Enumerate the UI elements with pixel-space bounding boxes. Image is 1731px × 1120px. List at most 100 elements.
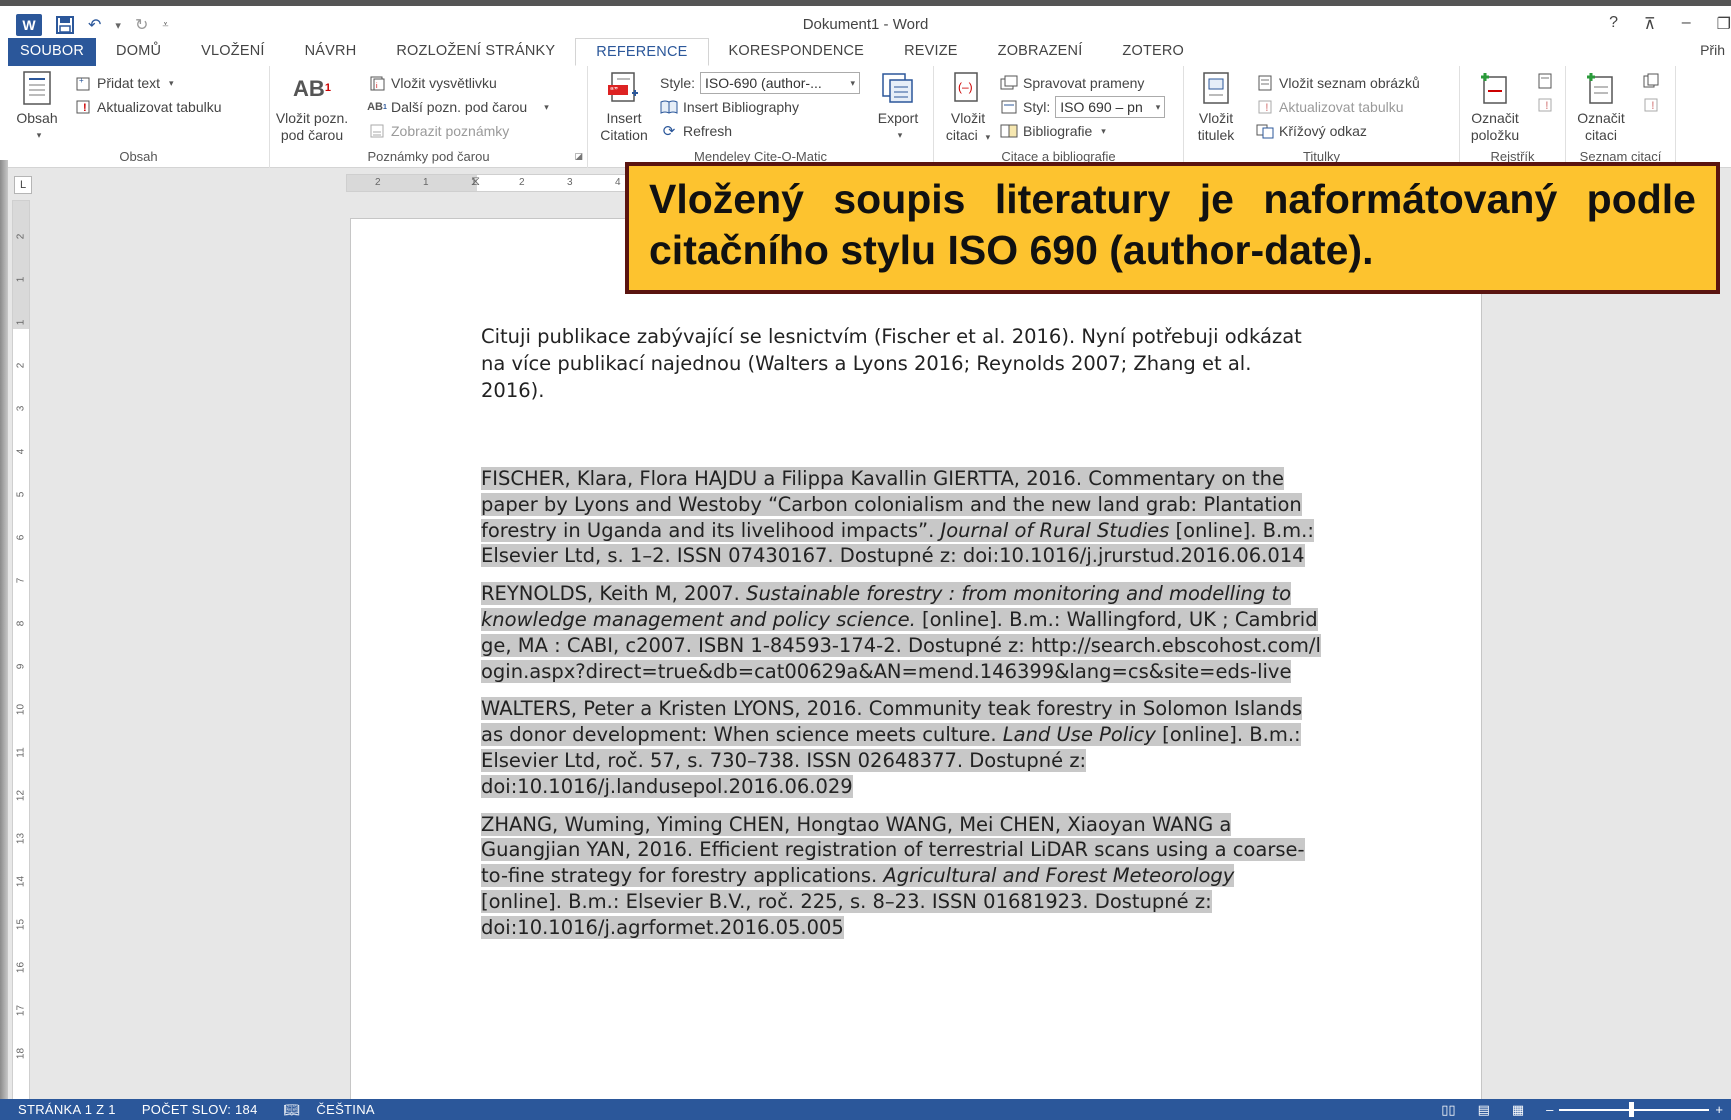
tab-selector[interactable]: L (14, 176, 32, 194)
ruler-tick-label: 9 (15, 663, 27, 670)
page-content[interactable]: Cituji publikace zabývající se lesnictví… (481, 323, 1321, 953)
insert-citation-button[interactable]: “” Insert Citation (592, 70, 656, 144)
manage-sources-button[interactable]: Spravovat prameny (1000, 72, 1144, 94)
insert-footnote-button[interactable]: AB 1 Vložit pozn. pod čarou (274, 70, 350, 144)
manage-sources-icon (1000, 74, 1018, 92)
print-layout-icon[interactable]: ▤ (1478, 1102, 1490, 1118)
bibliography-label: Bibliografie (1023, 123, 1093, 139)
group-citations: (–) Vložit citaci ▾ Spravovat prameny St… (934, 66, 1184, 168)
mark-entry-label: Označit (1471, 110, 1519, 126)
restore-icon[interactable]: ❐ (1717, 14, 1731, 34)
sign-in-link[interactable]: Přih (1700, 42, 1725, 58)
insert-table-of-figures-button[interactable]: Vložit seznam obrázků (1256, 72, 1420, 94)
help-icon[interactable]: ? (1609, 14, 1618, 34)
group-mendeley: “” Insert Citation Style: ISO-690 (autho… (588, 66, 934, 168)
style-icon (1000, 98, 1018, 116)
update-authorities-icon[interactable]: ! (1642, 96, 1660, 114)
insert-caption-button[interactable]: Vložit titulek (1188, 70, 1244, 144)
annotation-callout: Vložený soupis literatury je naformátova… (625, 162, 1720, 294)
svg-text:(–): (–) (958, 80, 973, 94)
bibliography-entry[interactable]: WALTERS, Peter a Kristen LYONS, 2016. Co… (481, 696, 1321, 799)
minimize-icon[interactable]: – (1682, 14, 1691, 34)
ribbon-tabs: SOUBOR DOMŮ VLOŽENÍ NÁVRH ROZLOŽENÍ STRÁ… (0, 38, 1731, 66)
word-count[interactable]: POČET SLOV: 184 (142, 1102, 258, 1117)
ruler-tick-label: 5 (15, 491, 27, 498)
refresh-button[interactable]: ⟳ Refresh (660, 120, 732, 142)
group-captions: Vložit titulek Vložit seznam obrázků ! A… (1184, 66, 1460, 168)
ruler-tick-label: 2 (519, 177, 525, 188)
dialog-launcher-icon[interactable]: ◪ (574, 151, 583, 162)
bibliography[interactable]: FISCHER, Klara, Flora HAJDU a Filippa Ka… (481, 466, 1321, 941)
insert-caption-icon (1198, 70, 1234, 106)
chevron-down-icon: ▾ (897, 130, 903, 140)
ruler-tick-label: 1 (15, 319, 27, 326)
citation-style-select[interactable]: Styl: ISO 690 – pn ▾ (1000, 96, 1166, 118)
tab-references[interactable]: REFERENCE (575, 38, 709, 66)
update-index-icon[interactable]: ! (1536, 96, 1554, 114)
svg-text:“”: “” (610, 86, 618, 95)
mendeley-style-label: Style: (660, 75, 696, 91)
tab-view[interactable]: ZOBRAZENÍ (978, 38, 1103, 66)
export-button[interactable]: Export ▾ (870, 70, 926, 144)
tab-review[interactable]: REVIZE (884, 38, 978, 66)
update-table-button[interactable]: ! Aktualizovat tabulku (74, 96, 222, 118)
citation-style-label: Styl: (1023, 99, 1051, 115)
bibliography-entry[interactable]: REYNOLDS, Keith M, 2007. Sustainable for… (481, 581, 1321, 684)
indent-marker-icon[interactable]: ⧖ (471, 173, 480, 189)
insert-citation-word-button[interactable]: (–) Vložit citaci ▾ (938, 70, 998, 146)
ruler-tick-label: 17 (15, 1004, 27, 1017)
next-footnote-button[interactable]: AB 1 Další pozn. pod čarou ▾ (367, 96, 549, 118)
insert-index-icon[interactable] (1536, 72, 1554, 90)
window-controls: ? ⊼ – ❐ (1609, 14, 1731, 34)
bibliography-entry[interactable]: ZHANG, Wuming, Yiming CHEN, Hongtao WANG… (481, 812, 1321, 941)
table-of-contents-button[interactable]: Obsah ▾ (12, 70, 62, 144)
manage-sources-label: Spravovat prameny (1023, 75, 1145, 91)
citation-style-combo[interactable]: ISO 690 – pn ▾ (1055, 96, 1166, 118)
zoom-in-icon[interactable]: + (1715, 1102, 1723, 1117)
ruler-tick-label: 3 (567, 177, 573, 188)
tab-insert[interactable]: VLOŽENÍ (181, 38, 284, 66)
page-count[interactable]: STRÁNKA 1 Z 1 (18, 1102, 116, 1117)
group-label-toc: Obsah (119, 149, 158, 164)
insert-bibliography-button[interactable]: Insert Bibliography (660, 96, 799, 118)
add-text-button[interactable]: + Přidat text ▾ (74, 72, 174, 94)
mark-citation-button[interactable]: Označit citaci (1570, 70, 1632, 144)
zoom-slider-thumb[interactable] (1629, 1101, 1635, 1117)
insert-footnote-label: Vložit pozn. (275, 110, 349, 126)
ruler-tick-label: 2 (15, 233, 27, 240)
window-edge (0, 160, 8, 1100)
vertical-ruler[interactable]: 2 1 1 2 3 4 5 6 7 8 9 10 11 12 13 14 15 16 17 18 (12, 200, 30, 1100)
mendeley-style-select[interactable]: Style: ISO-690 (author-... ▾ (660, 72, 861, 94)
body-paragraph[interactable]: Cituji publikace zabývající se lesnictví… (481, 323, 1321, 404)
tab-page-layout[interactable]: ROZLOŽENÍ STRÁNKY (376, 38, 575, 66)
tab-file[interactable]: SOUBOR (8, 38, 97, 66)
mark-entry-icon (1477, 70, 1513, 106)
bib-entry-journal: Land Use Policy (1002, 723, 1156, 747)
insert-caption-label: Vložit (1198, 110, 1234, 126)
web-layout-icon[interactable]: ▦ (1512, 1102, 1524, 1118)
read-mode-icon[interactable]: ▯▯ (1441, 1102, 1455, 1118)
table-of-contents-label: Obsah (16, 110, 58, 126)
bibliography-entry[interactable]: FISCHER, Klara, Flora HAJDU a Filippa Ka… (481, 466, 1321, 569)
tab-mailings[interactable]: KORESPONDENCE (709, 38, 885, 66)
show-notes-button[interactable]: Zobrazit poznámky (368, 120, 509, 142)
tab-zotero[interactable]: ZOTERO (1102, 38, 1204, 66)
tab-design[interactable]: NÁVRH (285, 38, 377, 66)
ruler-tick-label: 1 (423, 177, 429, 188)
update-figures-table-button[interactable]: ! Aktualizovat tabulku (1256, 96, 1404, 118)
language[interactable]: ČEŠTINA (316, 1102, 374, 1117)
zoom-slider[interactable] (1559, 1101, 1710, 1117)
document-page[interactable]: Cituji publikace zabývající se lesnictví… (350, 218, 1482, 1099)
mendeley-style-combo[interactable]: ISO-690 (author-... ▾ (700, 72, 861, 94)
zoom-out-icon[interactable]: – (1546, 1102, 1553, 1117)
insert-endnote-button[interactable]: i Vložit vysvětlivku (368, 72, 497, 94)
tab-home[interactable]: DOMŮ (96, 38, 181, 66)
cross-reference-button[interactable]: Křížový odkaz (1256, 120, 1367, 142)
ruler-tick-label: 14 (15, 875, 27, 888)
proofing-icon[interactable]: 📖︎ (284, 1102, 301, 1118)
bibliography-button[interactable]: Bibliografie ▾ (1000, 120, 1106, 142)
mark-entry-button[interactable]: Označit položku (1464, 70, 1526, 144)
ribbon-display-icon[interactable]: ⊼ (1644, 14, 1656, 34)
ruler-tick-label: 2 (375, 177, 381, 188)
insert-table-of-authorities-icon[interactable] (1642, 72, 1660, 90)
